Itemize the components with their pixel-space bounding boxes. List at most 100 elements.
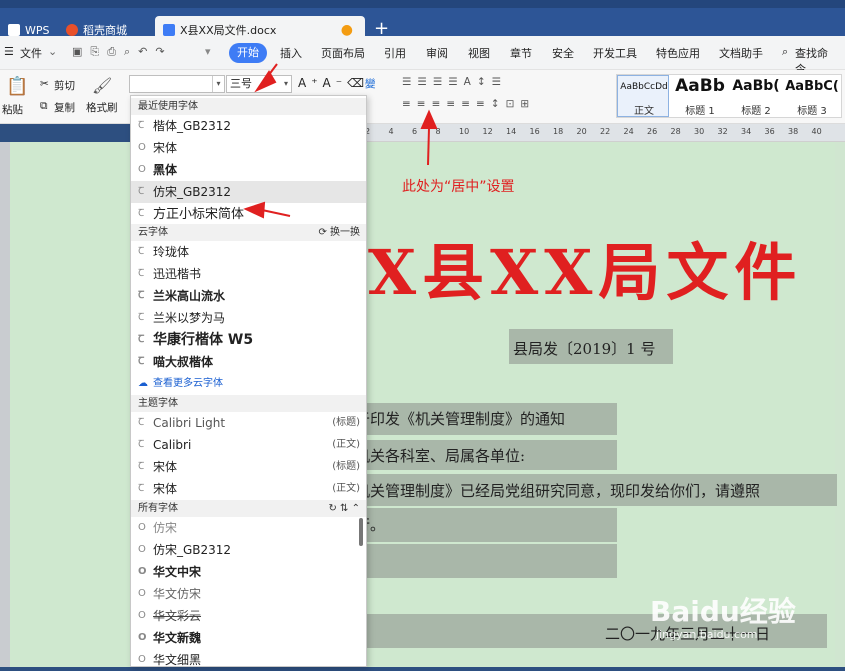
copy-icon[interactable]: ⧉	[40, 100, 48, 113]
ruler-tick-label: 22	[600, 127, 611, 136]
ruler-tick-label: 34	[741, 127, 752, 136]
ruler-tick-label: 16	[529, 127, 540, 136]
font-option[interactable]: O 仿宋	[131, 517, 366, 539]
align-icons[interactable]: ≡≡≡≡≡≡↕⊡⊞	[402, 98, 535, 110]
font-option[interactable]: O 黑体	[131, 159, 366, 181]
font-size-select[interactable]: 三号 ▾	[226, 75, 292, 93]
menu-view[interactable]: 视图	[468, 45, 490, 61]
pinyin-icon[interactable]: 變	[365, 76, 376, 91]
hamburger-icon[interactable]: ☰	[4, 45, 14, 58]
title-bar: WPS 稻壳商城 X县XX局文件.docx ● +	[0, 0, 845, 44]
cut-button[interactable]: 剪切	[54, 78, 75, 93]
ruler-tick-label: 30	[694, 127, 705, 136]
style-heading-3[interactable]: AaBbC(标题 3	[784, 76, 840, 116]
truetype-icon: Ꞇ	[138, 312, 145, 323]
truetype-icon: Ꞇ	[138, 290, 145, 301]
search-icon[interactable]: ⌕	[782, 45, 788, 59]
cloud-font-option[interactable]: Ꞇ 华康行楷体 W5	[131, 329, 366, 351]
sort-icons[interactable]: ↻ ⇅ ⌃	[329, 500, 361, 517]
more-icon[interactable]: ▾	[205, 45, 211, 58]
menu-reference[interactable]: 引用	[384, 45, 406, 61]
truetype-icon: Ꞇ	[138, 186, 145, 197]
truetype-icon: Ꞇ	[138, 483, 145, 494]
more-cloud-fonts-link[interactable]: ☁ 查看更多云字体	[131, 373, 366, 395]
ruler-tick-label: 38	[788, 127, 799, 136]
cut-icon[interactable]: ✂	[40, 78, 49, 90]
menu-features[interactable]: 特色应用	[656, 45, 700, 61]
list-indent-icons[interactable]: ☰☰☰☰A↕☰	[402, 76, 507, 88]
truetype-icon: Ꞇ	[138, 208, 145, 219]
quick-access-icons[interactable]: ▣⎘⎙⌕↶↷	[72, 45, 173, 59]
cloud-icon: ☁	[138, 378, 148, 389]
font-option[interactable]: Ꞇ 楷体_GB2312	[131, 115, 366, 137]
opentype-icon: O	[138, 632, 147, 643]
theme-fonts-header: 主题字体	[131, 395, 366, 412]
truetype-icon: Ꞇ	[138, 356, 145, 367]
style-heading-2[interactable]: AaBb(标题 2	[729, 76, 783, 116]
font-size-adjust-icons[interactable]: A⁺A⁻⌫	[298, 76, 369, 90]
opentype-icon: O	[138, 522, 146, 533]
menu-insert[interactable]: 插入	[280, 45, 302, 61]
cloud-font-option[interactable]: Ꞇ 兰米以梦为马	[131, 307, 366, 329]
opentype-icon: O	[138, 610, 146, 621]
wps-logo-icon	[8, 24, 20, 36]
format-painter-button[interactable]: 格式刷	[86, 100, 118, 115]
style-heading-1[interactable]: AaBb 标题 1	[672, 76, 728, 116]
ruler-tick-label: 12	[482, 127, 493, 136]
font-name-input[interactable]: ▾	[129, 75, 225, 93]
cloud-font-option[interactable]: Ꞇ 玲珑体	[131, 241, 366, 263]
ruler-tick-label: 10	[459, 127, 470, 136]
format-painter-icon[interactable]: 🖌	[92, 76, 112, 95]
ruler-tick-label: 24	[623, 127, 634, 136]
font-option-selected[interactable]: Ꞇ 仿宋_GB2312	[131, 181, 366, 203]
chevron-down-icon: ▾	[283, 79, 288, 88]
menu-doc-assistant[interactable]: 文档助手	[719, 45, 763, 61]
font-option[interactable]: O 华文中宋	[131, 561, 366, 583]
cloud-font-option[interactable]: Ꞇ 喵大叔楷体	[131, 351, 366, 373]
menu-devtools[interactable]: 开发工具	[593, 45, 637, 61]
font-option[interactable]: O 华文彩云	[131, 605, 366, 627]
dropdown-scrollbar[interactable]	[359, 518, 363, 546]
cloud-fonts-header: 云字体 ⟳ 换一换	[131, 224, 366, 241]
menu-start[interactable]: 开始	[229, 43, 267, 63]
opentype-icon: O	[138, 142, 146, 153]
menu-review[interactable]: 审阅	[426, 45, 448, 61]
theme-font-option[interactable]: Ꞇ 宋体 (正文)	[131, 478, 366, 500]
font-dropdown[interactable]: 最近使用字体 Ꞇ 楷体_GB2312 O 宋体 O 黑体 Ꞇ 仿宋_GB2312 Ꞇ 方正…	[130, 95, 367, 667]
font-option[interactable]: Ꞇ 方正小标宋简体	[131, 203, 366, 225]
menu-chapter[interactable]: 章节	[510, 45, 532, 61]
chevron-down-icon[interactable]: ⌄	[48, 45, 57, 58]
style-normal[interactable]: AaBbCcDd 正文	[618, 76, 670, 117]
highlight-blank	[367, 544, 617, 578]
theme-font-option[interactable]: Ꞇ 宋体 (标题)	[131, 456, 366, 478]
opentype-icon: O	[138, 164, 146, 175]
font-option[interactable]: O 宋体	[131, 137, 366, 159]
font-option[interactable]: O 华文细黑	[131, 649, 366, 671]
font-option[interactable]: O 华文新魏	[131, 627, 366, 649]
truetype-icon: Ꞇ	[138, 246, 145, 257]
opentype-icon: O	[138, 544, 146, 555]
doc-line1: 于印发《机关管理制度》的通知	[355, 410, 566, 428]
font-option[interactable]: O 华文仿宋	[131, 583, 366, 605]
truetype-icon: Ꞇ	[138, 120, 145, 131]
theme-font-option[interactable]: Ꞇ Calibri (正文)	[131, 434, 366, 456]
cloud-font-option[interactable]: Ꞇ 兰米高山流水	[131, 285, 366, 307]
menu-file[interactable]: 文件	[20, 45, 42, 61]
ruler-tick-label: 36	[764, 127, 775, 136]
paste-button[interactable]: 粘贴	[2, 102, 23, 117]
refresh-button[interactable]: ⟳ 换一换	[318, 224, 360, 241]
menu-bar: ☰ 文件 ⌄ ▣⎘⎙⌕↶↷ ▾ 开始 插入 页面布局 引用 审阅 视图 章节 安…	[0, 36, 845, 76]
doc-red-title: X县XX局文件	[368, 236, 803, 309]
opentype-icon: O	[138, 588, 146, 599]
ruler-tick-label: 20	[576, 127, 587, 136]
flame-icon	[66, 24, 78, 36]
menu-security[interactable]: 安全	[552, 45, 574, 61]
opentype-icon: O	[138, 566, 147, 577]
menu-layout[interactable]: 页面布局	[321, 45, 365, 61]
font-option[interactable]: O 仿宋_GB2312	[131, 539, 366, 561]
cloud-font-option[interactable]: Ꞇ 迅迅楷书	[131, 263, 366, 285]
theme-font-option[interactable]: Ꞇ Calibri Light (标题)	[131, 412, 366, 434]
paste-icon[interactable]: 📋	[6, 76, 28, 97]
copy-button[interactable]: 复制	[54, 100, 75, 115]
chevron-down-icon[interactable]: ▾	[212, 76, 224, 92]
